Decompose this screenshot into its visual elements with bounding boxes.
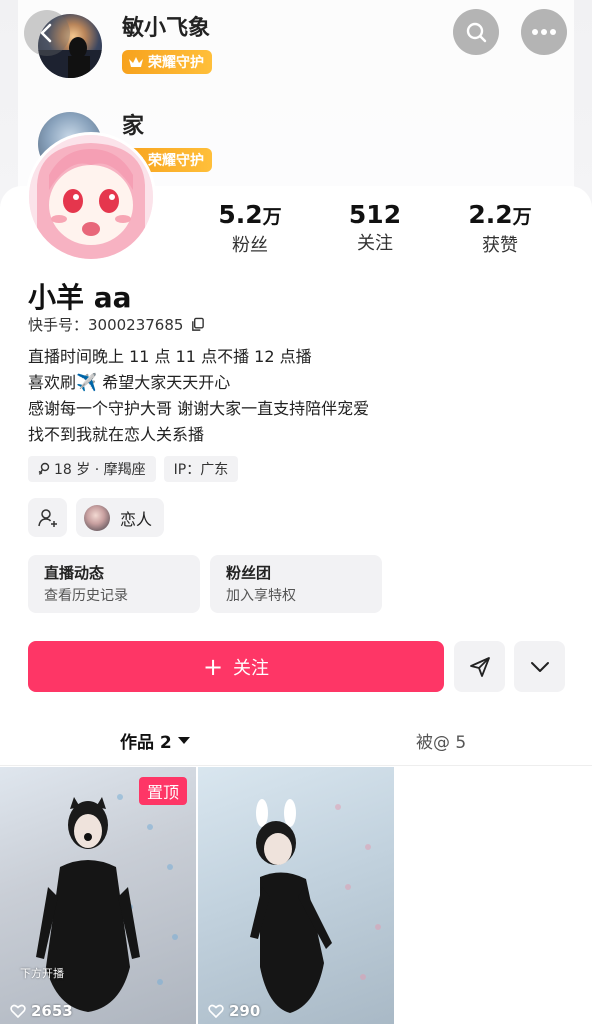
- likes-unit: 万: [512, 206, 532, 228]
- video-thumbnail[interactable]: 290: [198, 767, 394, 1024]
- video-likes-count: 2653: [31, 1002, 73, 1020]
- follow-label: 关注: [233, 657, 270, 679]
- video-cover-art: [36, 794, 178, 1012]
- likes-count: 2.2: [468, 200, 513, 229]
- more-dots-icon: [532, 29, 556, 35]
- ip-location-tag: IP：广东: [163, 456, 239, 482]
- fans-stat[interactable]: 5.2万 粉丝: [190, 200, 310, 259]
- video-likes-count: 290: [229, 1002, 261, 1020]
- bio-line: 喜欢刷✈️ 希望大家天天开心: [28, 370, 369, 396]
- guard-badge-label: 荣耀守护: [148, 55, 204, 71]
- profile-tags: 18 岁 · 摩羯座 IP：广东: [28, 456, 246, 482]
- follow-button[interactable]: + 关注: [28, 641, 444, 692]
- video-grid: 置顶 下方开播 2653 290: [0, 767, 592, 1024]
- following-stat[interactable]: 512 关注: [315, 200, 435, 257]
- expand-button[interactable]: [514, 641, 565, 692]
- following-count: 512: [348, 200, 402, 229]
- airplane-emoji-icon: ✈️: [76, 373, 98, 393]
- search-icon: [466, 22, 487, 43]
- chevron-down-icon: [530, 661, 549, 672]
- bio-text: 希望大家天天开心: [97, 373, 231, 392]
- bio-line: 找不到我就在恋人关系播: [28, 425, 205, 444]
- send-message-button[interactable]: [454, 641, 505, 692]
- crown-icon: [129, 57, 143, 67]
- video-caption: 下方开播: [20, 967, 64, 980]
- video-likes: 290: [208, 1002, 260, 1020]
- search-button[interactable]: [453, 9, 499, 55]
- bio-text: 喜欢刷: [28, 373, 77, 392]
- guard-badge: 荣耀守护: [122, 50, 212, 74]
- heart-icon: [208, 1004, 224, 1018]
- heart-icon: [10, 1004, 26, 1018]
- profile-bio: 直播时间晚上 11 点 11 点不播 12 点播 喜欢刷✈️ 希望大家天天开心 …: [28, 344, 369, 448]
- guard-name[interactable]: 家: [122, 112, 212, 142]
- lover-avatar: [84, 504, 110, 531]
- kuaishou-id-text: 快手号：3000237685: [28, 316, 184, 334]
- card-subtitle: 加入享特权: [226, 588, 296, 604]
- caret-down-icon: [177, 737, 190, 744]
- fan-club-card[interactable]: 粉丝团 加入享特权: [210, 555, 382, 613]
- copy-icon[interactable]: [190, 317, 205, 332]
- add-friend-button[interactable]: [28, 498, 67, 537]
- plus-icon: +: [202, 652, 224, 681]
- video-cover-art: [250, 799, 381, 1013]
- age-zodiac-tag: 18 岁 · 摩羯座: [28, 456, 156, 482]
- video-likes: 2653: [10, 1002, 73, 1020]
- fans-unit: 万: [262, 206, 282, 228]
- lover-relation-chip[interactable]: 恋人: [76, 498, 165, 537]
- fans-count: 5.2: [218, 200, 263, 229]
- card-title: 粉丝团: [226, 564, 272, 582]
- pinned-badge: 置顶: [139, 777, 188, 805]
- bio-line: 直播时间晚上 11 点 11 点不播 12 点播: [28, 347, 312, 366]
- chevron-left-icon: [40, 23, 52, 43]
- content-tabs: 作品 2 被@ 5: [0, 718, 592, 766]
- female-icon: [38, 462, 50, 475]
- kuaishou-id: 快手号：3000237685: [28, 314, 205, 335]
- relation-row: 恋人: [28, 498, 165, 537]
- lover-label: 恋人: [120, 509, 153, 529]
- profile-avatar[interactable]: [26, 132, 156, 262]
- stats-row: 5.2万 粉丝 512 关注 2.2万 获赞: [190, 200, 570, 256]
- following-label: 关注: [357, 233, 393, 254]
- tab-works[interactable]: 作品 2: [120, 728, 190, 753]
- age-zodiac-text: 18 岁 · 摩羯座: [54, 462, 146, 478]
- bio-line: 感谢每一个守护大哥 谢谢大家一直支持陪伴宠爱: [28, 399, 370, 418]
- video-thumbnail[interactable]: 置顶 下方开播 2653: [0, 767, 196, 1024]
- profile-nickname: 小羊 aa: [28, 281, 132, 314]
- feature-cards: 直播动态 查看历史记录 粉丝团 加入享特权: [28, 555, 392, 613]
- more-button[interactable]: [521, 9, 567, 55]
- card-subtitle: 查看历史记录: [44, 588, 128, 604]
- fans-label: 粉丝: [232, 235, 268, 256]
- back-button[interactable]: [24, 10, 70, 56]
- likes-label: 获赞: [482, 235, 518, 256]
- likes-stat[interactable]: 2.2万 获赞: [440, 200, 560, 259]
- tab-mentioned[interactable]: 被@ 5: [416, 728, 466, 753]
- tab-works-label: 作品 2: [120, 733, 172, 753]
- card-title: 直播动态: [44, 564, 105, 582]
- guard-name[interactable]: 敏小飞象: [122, 14, 212, 44]
- add-person-icon: [37, 508, 57, 527]
- guard-badge-label: 荣耀守护: [148, 153, 204, 169]
- live-history-card[interactable]: 直播动态 查看历史记录: [28, 555, 200, 613]
- send-icon: [469, 656, 490, 677]
